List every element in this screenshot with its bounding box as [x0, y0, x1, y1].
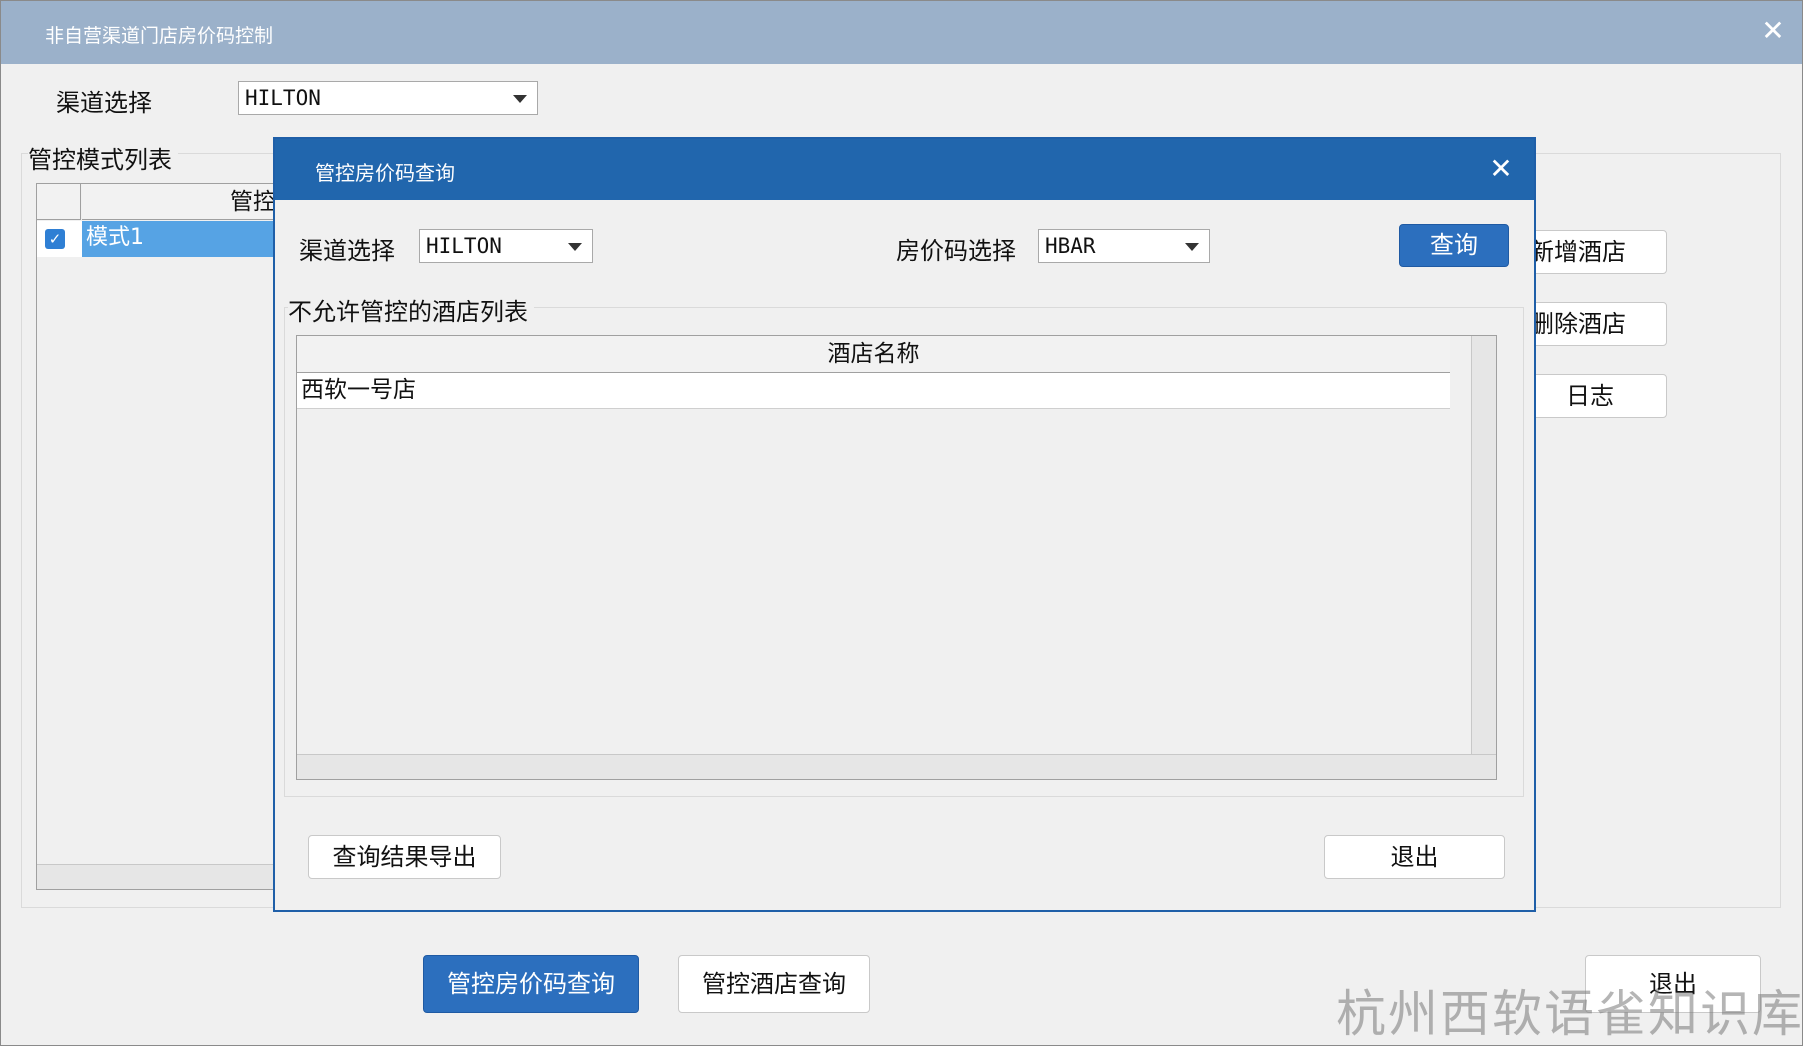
hotel-table: 酒店名称 西软一号店	[296, 335, 1497, 780]
dialog-close-icon[interactable]: ✕	[1485, 153, 1517, 185]
hotel-table-horizontal-scrollbar[interactable]	[297, 754, 1496, 779]
add-hotel-button[interactable]: 新增酒店	[1521, 230, 1667, 274]
watermark-text: 杭州西软语雀知识库	[1336, 985, 1803, 1043]
rate-code-select-value: HBAR	[1045, 234, 1096, 258]
checkbox-checked-icon[interactable]: ✓	[45, 229, 65, 249]
chevron-down-icon	[568, 243, 582, 251]
rate-code-select[interactable]: HBAR	[1038, 229, 1210, 263]
main-window-title: 非自营渠道门店房价码控制	[45, 25, 274, 47]
query-button[interactable]: 查询	[1399, 224, 1509, 267]
channel-select-value: HILTON	[245, 86, 321, 110]
hotel-table-header: 酒店名称	[297, 336, 1450, 373]
mode-list-label: 管控模式列表	[28, 140, 178, 175]
mode-table-corner	[37, 184, 81, 220]
dialog-title-bar: 管控房价码查询 ✕	[275, 139, 1534, 200]
main-window-close-icon[interactable]: ✕	[1757, 15, 1789, 47]
main-window-title-bar: 非自营渠道门店房价码控制 ✕	[1, 1, 1802, 64]
chevron-down-icon	[513, 95, 527, 103]
hotel-query-button[interactable]: 管控酒店查询	[678, 955, 870, 1013]
dialog-channel-label: 渠道选择	[299, 237, 395, 265]
dialog-channel-select[interactable]: HILTON	[419, 229, 593, 263]
dialog-channel-select-value: HILTON	[426, 234, 502, 258]
rate-code-query-button[interactable]: 管控房价码查询	[423, 955, 639, 1013]
dialog-exit-button[interactable]: 退出	[1324, 835, 1505, 879]
log-button[interactable]: 日志	[1521, 374, 1667, 418]
hotel-table-body	[297, 409, 1450, 753]
dialog-title: 管控房价码查询	[315, 161, 455, 185]
rate-code-query-dialog: 管控房价码查询 ✕ 渠道选择 HILTON 房价码选择 HBAR 查询 不允许管…	[273, 137, 1536, 912]
chevron-down-icon	[1185, 243, 1199, 251]
export-results-button[interactable]: 查询结果导出	[308, 835, 501, 879]
hotel-list-label: 不允许管控的酒店列表	[288, 292, 534, 327]
channel-label: 渠道选择	[56, 89, 152, 117]
table-row[interactable]: 西软一号店	[297, 373, 1450, 409]
delete-hotel-button[interactable]: 删除酒店	[1521, 302, 1667, 346]
rate-code-label: 房价码选择	[896, 237, 1016, 265]
channel-select[interactable]: HILTON	[238, 81, 538, 115]
hotel-table-vertical-scrollbar[interactable]	[1471, 336, 1496, 754]
